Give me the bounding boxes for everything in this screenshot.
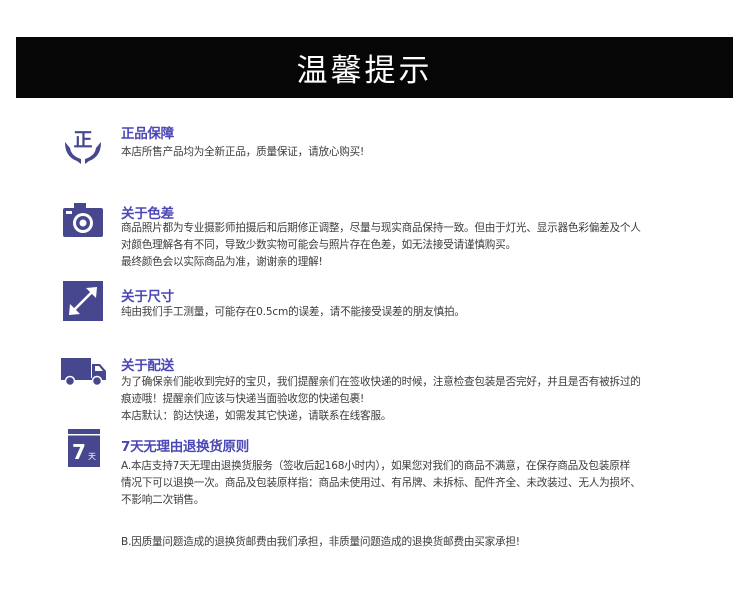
text-line: 不影响二次销售。 — [121, 494, 205, 506]
text-line: 本店所售产品均为全新正品，质量保证，请放心购买! — [121, 146, 365, 158]
text-line: 对颜色理解各有不同，导致少数实物可能会与照片存在色差，如无法接受请谨慎购买。 — [121, 239, 516, 251]
banner-title: 温馨提示 — [296, 53, 433, 89]
text-line: 商品照片都为专业摄影师拍摄后和后期修正调整，尽量与现实商品保持一致。但由于灯光、… — [121, 222, 641, 234]
header-banner: 温馨提示 — [16, 37, 733, 98]
calendar-unit: 天 — [88, 452, 96, 461]
delivery-truck-icon — [58, 348, 108, 392]
section-text-size: 纯由我们手工测量，可能存在0.5cm的误差，请不能接受误差的朋友慎拍。 — [121, 304, 721, 321]
section-text-color: 商品照片都为专业摄影师拍摄后和后期修正调整，尽量与现实商品保持一致。但由于灯光、… — [121, 220, 721, 271]
section-title-color: 关于色差 — [121, 206, 174, 222]
section-text-delivery: 为了确保亲们能收到完好的宝贝，我们提醒亲们在签收快递的时候，注意检查包装是否完好… — [121, 374, 721, 425]
text-line: 情况下可以退换一次。商品及包装原样指：商品未使用过、有吊牌、未拆标、配件齐全、未… — [121, 477, 641, 489]
text-line: 纯由我们手工测量，可能存在0.5cm的误差，请不能接受误差的朋友慎拍。 — [121, 306, 465, 318]
text-line: 为了确保亲们能收到完好的宝贝，我们提醒亲们在签收快递的时候，注意检查包装是否完好… — [121, 376, 641, 388]
section-title-delivery: 关于配送 — [121, 358, 174, 374]
calendar-number: 7 — [72, 440, 86, 464]
section-text-returns: A.本店支持7天无理由退换货服务（签收后起168小时内），如果您对我们的商品不满… — [121, 458, 721, 551]
text-line: 本店默认：韵达快递，如需发其它快递，请联系在线客服。 — [121, 410, 392, 422]
section-title-returns: 7天无理由退换货原则 — [121, 439, 249, 455]
text-line: A.本店支持7天无理由退换货服务（签收后起168小时内），如果您对我们的商品不满… — [121, 460, 630, 472]
genuine-guarantee-icon: 正 — [61, 125, 105, 169]
section-title-size: 关于尺寸 — [121, 289, 174, 305]
text-line: B.因质量问题造成的退换货邮费由我们承担，非质量问题造成的退换货邮费由买家承担! — [121, 536, 520, 548]
text-line: 最终颜色会以实际商品为准，谢谢亲的理解! — [121, 256, 323, 268]
section-text-genuine: 本店所售产品均为全新正品，质量保证，请放心购买! — [121, 144, 721, 161]
section-title-genuine: 正品保障 — [121, 126, 174, 142]
calendar-7-days-icon: 7 天 — [64, 428, 104, 468]
text-line: 痕迹哦！提醒亲们应该与快递当面验收您的快递包裹! — [121, 393, 365, 405]
svg-text:正: 正 — [73, 129, 92, 151]
resize-arrow-icon — [61, 280, 105, 322]
camera-icon — [61, 198, 105, 242]
